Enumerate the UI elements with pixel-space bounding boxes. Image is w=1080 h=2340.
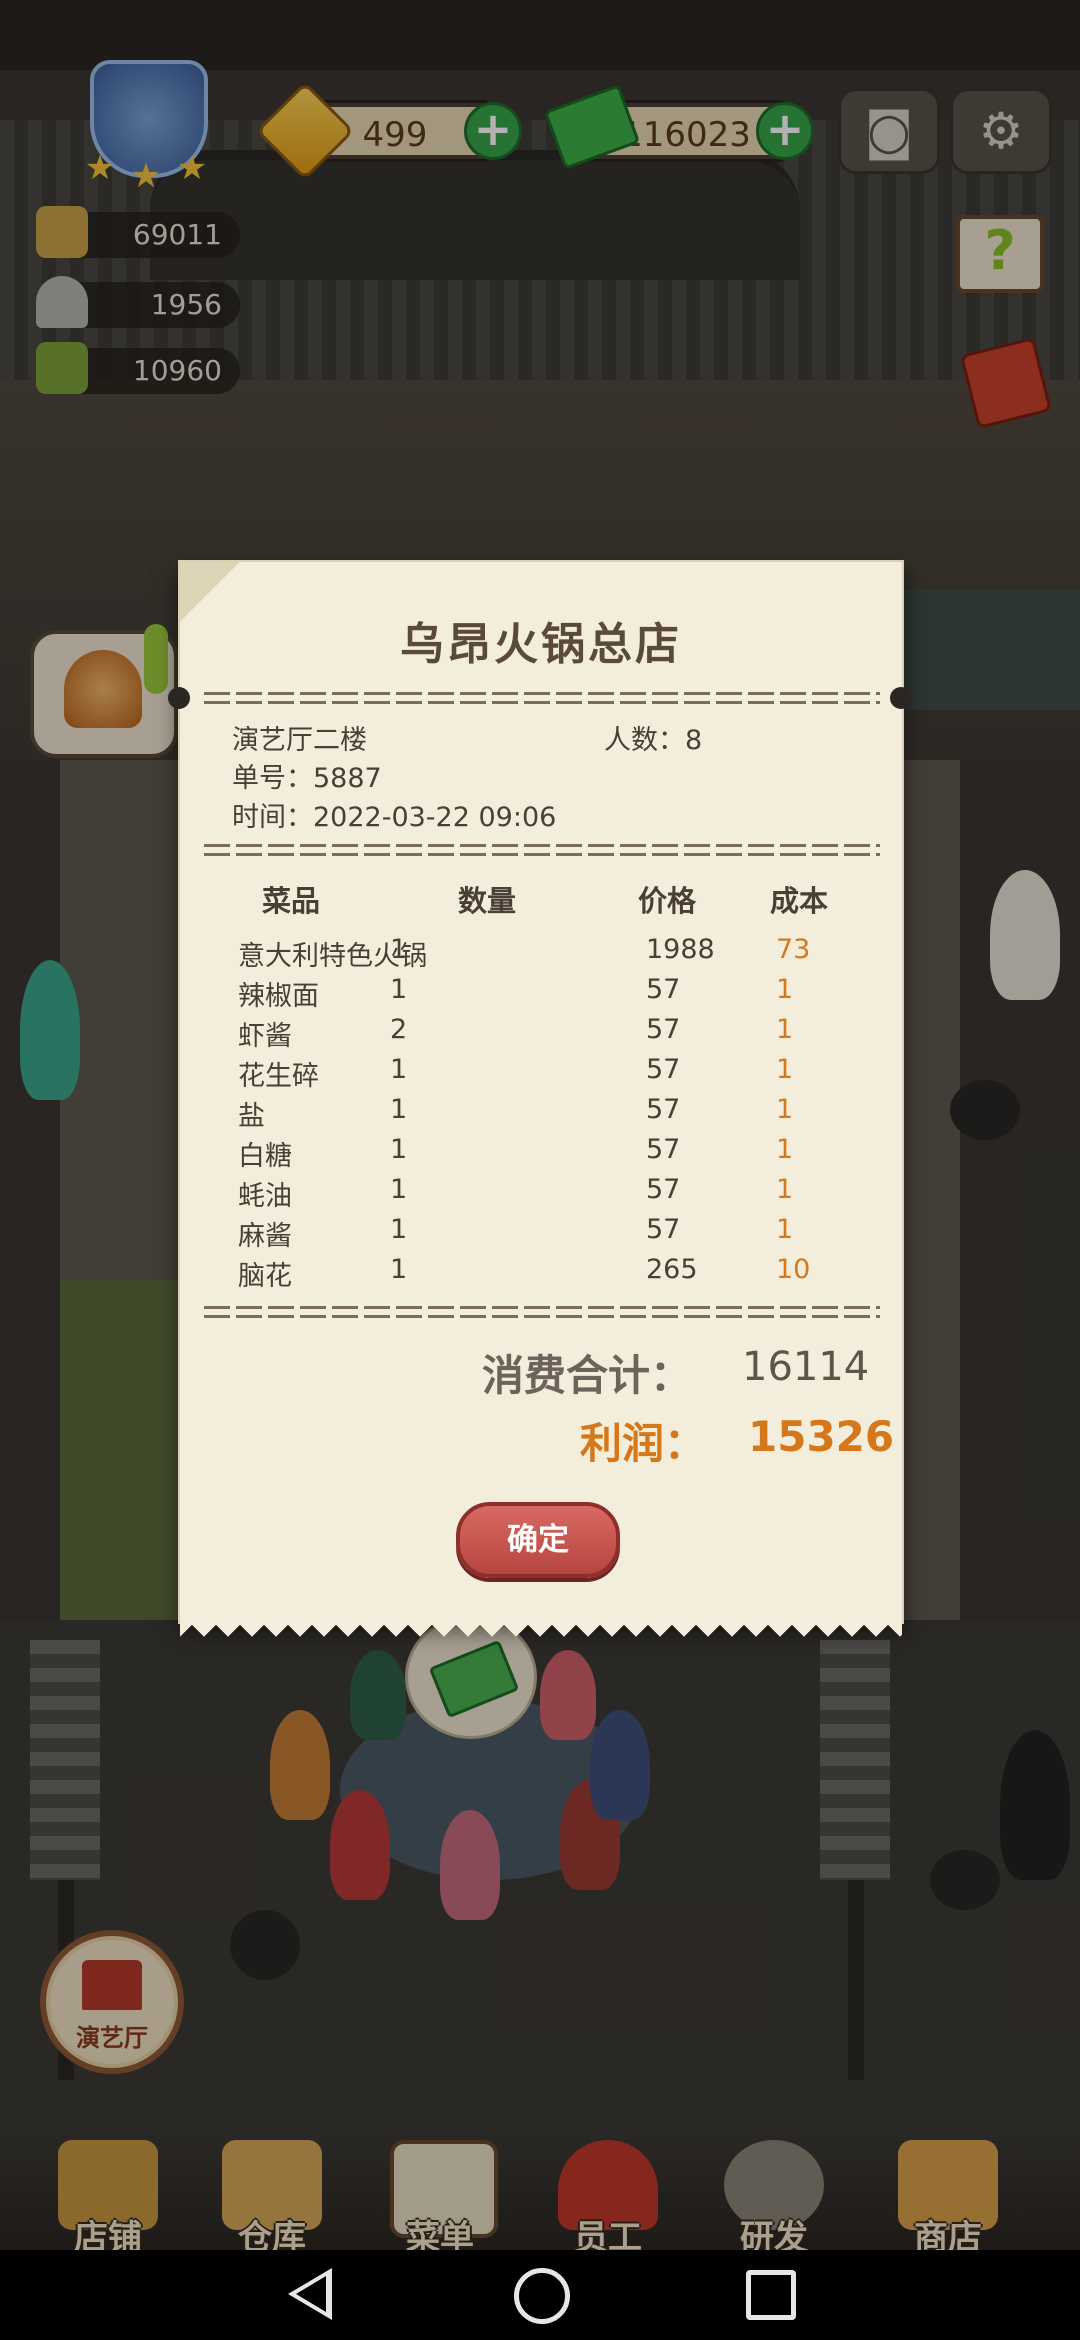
item-name: 白糖 <box>238 1141 292 1172</box>
item-qty: 1 <box>390 1054 408 1085</box>
guests-value: 8 <box>685 725 703 756</box>
item-qty: 2 <box>390 1014 408 1045</box>
item-name: 脑花 <box>238 1261 292 1292</box>
receipt-item-row: 虾酱 2 57 1 <box>180 1014 902 1054</box>
item-qty: 1 <box>390 974 408 1005</box>
item-cost: 1 <box>776 1134 794 1165</box>
receipt-item-row: 意大利特色火锅 1 1988 73 <box>180 934 902 974</box>
item-price: 265 <box>646 1254 698 1285</box>
item-cost: 1 <box>776 1094 794 1125</box>
item-qty: 1 <box>390 1174 408 1205</box>
punch-hole <box>168 687 190 709</box>
receipt-item-row: 白糖 1 57 1 <box>180 1134 902 1174</box>
receipt-item-row: 花生碎 1 57 1 <box>180 1054 902 1094</box>
item-cost: 73 <box>776 934 811 965</box>
location: 演艺厅二楼 <box>232 725 367 756</box>
receipt-item-row: 脑花 1 265 10 <box>180 1254 902 1294</box>
item-cost: 10 <box>776 1254 811 1285</box>
punch-hole <box>890 687 912 709</box>
item-cost: 1 <box>776 1054 794 1085</box>
item-price: 57 <box>646 1054 681 1085</box>
divider <box>204 844 880 856</box>
item-cost: 1 <box>776 1174 794 1205</box>
item-name: 盐 <box>238 1101 265 1132</box>
item-qty: 1 <box>390 1094 408 1125</box>
item-price: 57 <box>646 974 681 1005</box>
receipt-dialog: 乌昂火锅总店 演艺厅二楼 人数：8 单号：5887 时间：2022-03-22 … <box>168 560 912 1646</box>
order-label: 单号： <box>232 763 313 794</box>
item-qty: 1 <box>390 1214 408 1245</box>
recent-apps-icon[interactable] <box>746 2270 796 2320</box>
col-header-dish: 菜品 <box>262 884 321 918</box>
confirm-button[interactable]: 确定 <box>456 1502 620 1578</box>
col-header-cost: 成本 <box>770 884 829 918</box>
order-line: 单号：5887 <box>232 756 382 795</box>
profit-label: 利润： <box>580 1419 707 1468</box>
back-icon[interactable] <box>288 2268 332 2320</box>
item-qty: 1 <box>390 934 408 965</box>
time-value: 2022-03-22 09:06 <box>313 802 557 833</box>
total-label: 消费合计： <box>482 1351 693 1400</box>
total-value: 16114 <box>742 1344 870 1390</box>
col-header-price: 价格 <box>638 884 697 918</box>
item-price: 57 <box>646 1214 681 1245</box>
item-name: 辣椒面 <box>238 981 319 1012</box>
system-nav-bar <box>0 2250 1080 2340</box>
home-icon[interactable] <box>514 2268 570 2324</box>
item-name: 虾酱 <box>238 1021 292 1052</box>
item-name: 蚝油 <box>238 1181 292 1212</box>
divider <box>204 1306 880 1318</box>
item-qty: 1 <box>390 1134 408 1165</box>
item-qty: 1 <box>390 1254 408 1285</box>
item-price: 57 <box>646 1174 681 1205</box>
receipt-item-row: 辣椒面 1 57 1 <box>180 974 902 1014</box>
receipt-item-row: 盐 1 57 1 <box>180 1094 902 1134</box>
time-label: 时间： <box>232 802 313 833</box>
shop-name: 乌昂火锅总店 <box>400 619 682 670</box>
item-cost: 1 <box>776 1014 794 1045</box>
receipt-item-row: 麻酱 1 57 1 <box>180 1214 902 1254</box>
location-line: 演艺厅二楼 <box>232 718 367 757</box>
item-cost: 1 <box>776 974 794 1005</box>
item-price: 57 <box>646 1014 681 1045</box>
item-cost: 1 <box>776 1214 794 1245</box>
divider <box>204 692 880 704</box>
guests-label: 人数： <box>604 725 685 756</box>
time-line: 时间：2022-03-22 09:06 <box>232 795 556 834</box>
col-header-qty: 数量 <box>458 884 517 918</box>
item-price: 57 <box>646 1134 681 1165</box>
guests-line: 人数：8 <box>604 718 702 757</box>
item-name: 麻酱 <box>238 1221 292 1252</box>
item-price: 1988 <box>646 934 715 965</box>
profit-value: 15326 <box>748 1412 895 1461</box>
receipt-item-row: 蚝油 1 57 1 <box>180 1174 902 1214</box>
order-value: 5887 <box>313 763 382 794</box>
item-price: 57 <box>646 1094 681 1125</box>
item-name: 花生碎 <box>238 1061 319 1092</box>
